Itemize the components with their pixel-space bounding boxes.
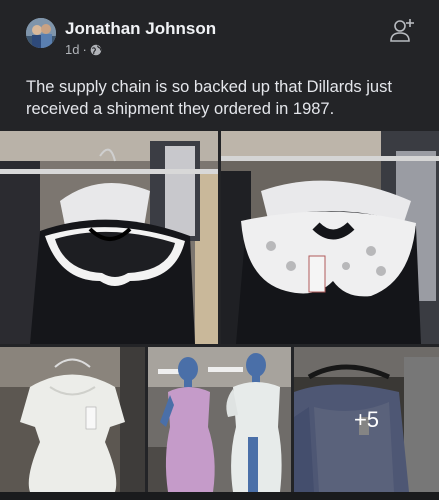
- meta-separator: ·: [82, 42, 87, 57]
- globe-icon: [90, 44, 102, 56]
- post-time[interactable]: 1d: [65, 42, 79, 57]
- author-name[interactable]: Jonathan Johnson: [65, 19, 216, 39]
- photo-4[interactable]: [148, 347, 291, 492]
- more-photos-overlay: +5: [294, 347, 439, 492]
- add-friend-icon[interactable]: [388, 16, 416, 44]
- post-meta: 1d ·: [65, 42, 102, 57]
- bottom-divider: [0, 492, 439, 500]
- photo-2[interactable]: [221, 131, 439, 344]
- photo-5-more[interactable]: +5: [294, 347, 439, 492]
- author-avatar[interactable]: [26, 18, 56, 48]
- photo-3[interactable]: [0, 347, 145, 492]
- more-photos-count: +5: [353, 406, 380, 432]
- photo-1[interactable]: [0, 131, 218, 344]
- post-text: The supply chain is so backed up that Di…: [26, 78, 392, 118]
- post-header: Jonathan Johnson 1d ·: [0, 0, 439, 70]
